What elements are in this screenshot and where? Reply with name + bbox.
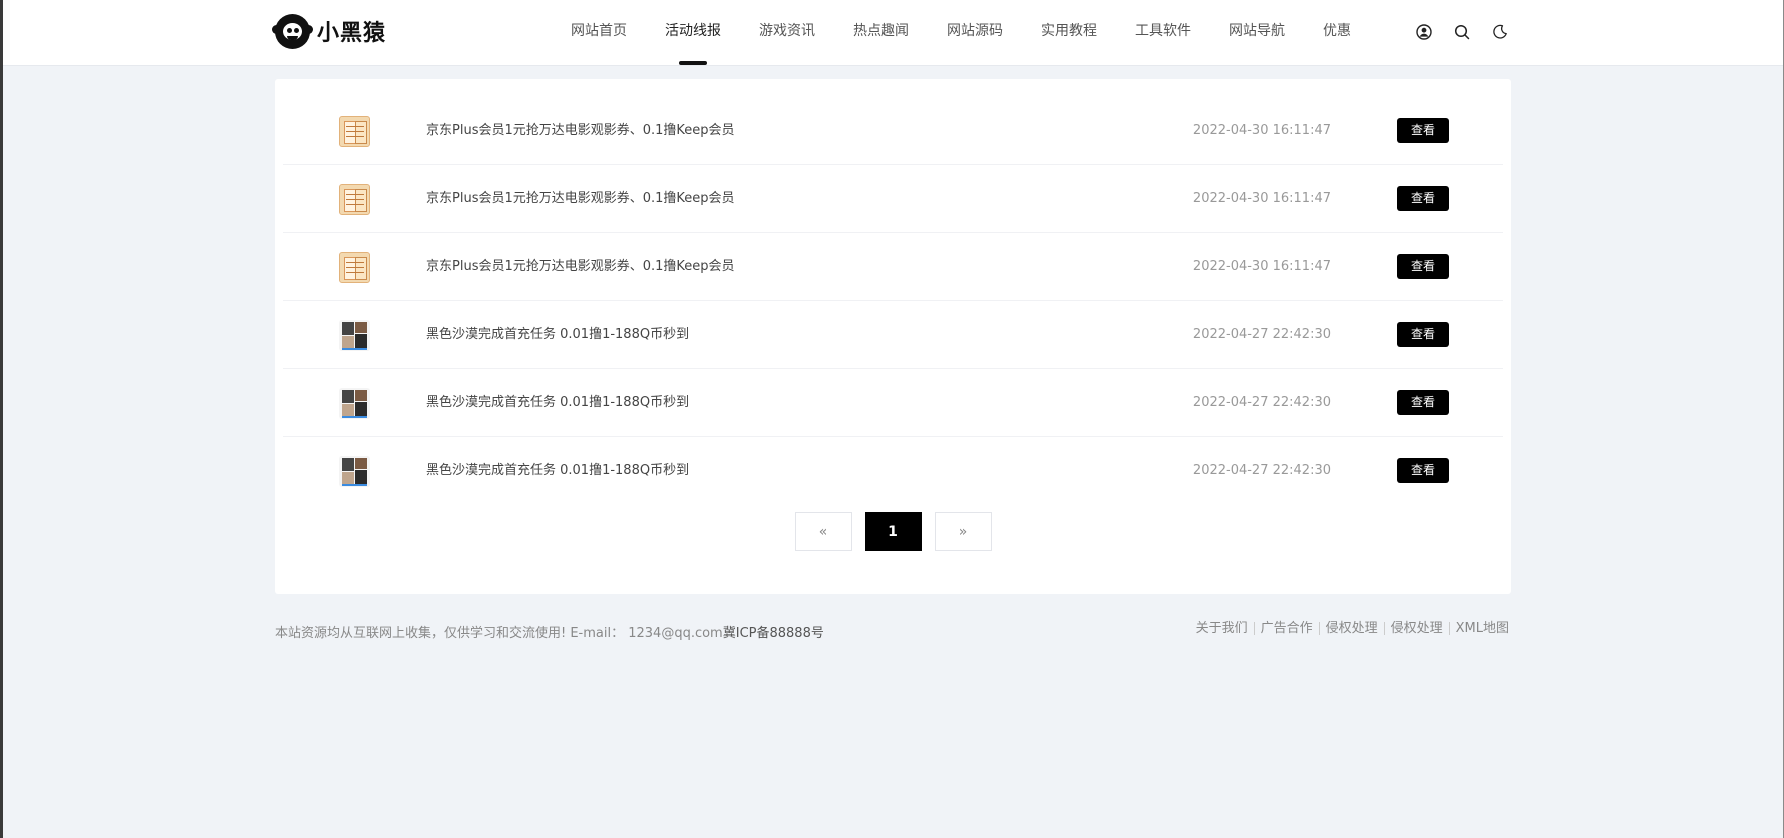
post-thumbnail[interactable] <box>339 184 370 215</box>
list-item: 京东Plus会员1元抢万达电影观影券、0.1撸Keep会员 2022-04-30… <box>283 233 1503 301</box>
footer-link-copyright-2[interactable]: 侵权处理 <box>1383 622 1449 635</box>
post-title-link[interactable]: 京东Plus会员1元抢万达电影观影券、0.1撸Keep会员 <box>426 97 735 164</box>
nav-item-home[interactable]: 网站首页 <box>552 0 646 65</box>
view-button[interactable]: 查看 <box>1397 254 1449 279</box>
footer-link-copyright[interactable]: 侵权处理 <box>1318 622 1384 635</box>
user-icon[interactable] <box>1414 22 1434 42</box>
post-date: 2022-04-30 16:11:47 <box>1192 191 1331 206</box>
nav-item-tutorials[interactable]: 实用教程 <box>1022 0 1116 65</box>
list-item: 黑色沙漠完成首充任务 0.01撸1-188Q币秒到 2022-04-27 22:… <box>283 369 1503 437</box>
post-thumbnail[interactable] <box>339 456 370 487</box>
dark-mode-icon[interactable] <box>1490 22 1510 42</box>
view-button[interactable]: 查看 <box>1397 118 1449 143</box>
icp-link[interactable]: 冀ICP备88888号 <box>723 626 824 641</box>
list-item: 京东Plus会员1元抢万达电影观影券、0.1撸Keep会员 2022-04-30… <box>283 165 1503 233</box>
post-title-link[interactable]: 黑色沙漠完成首充任务 0.01撸1-188Q币秒到 <box>426 437 689 504</box>
list-item: 黑色沙漠完成首充任务 0.01撸1-188Q币秒到 2022-04-27 22:… <box>283 437 1503 504</box>
post-title-link[interactable]: 京东Plus会员1元抢万达电影观影券、0.1撸Keep会员 <box>426 233 735 300</box>
post-list: 京东Plus会员1元抢万达电影观影券、0.1撸Keep会员 2022-04-30… <box>283 97 1503 504</box>
window-left-edge <box>0 0 3 838</box>
post-thumbnail[interactable] <box>339 252 370 283</box>
view-button[interactable]: 查看 <box>1397 186 1449 211</box>
footer-notice: 本站资源均从互联网上收集，仅供学习和交流使用! E-mail： 1234@qq.… <box>275 622 824 641</box>
footer-link-about[interactable]: 关于我们 <box>1190 622 1254 635</box>
post-list-card: 京东Plus会员1元抢万达电影观影券、0.1撸Keep会员 2022-04-30… <box>275 79 1511 594</box>
nav-item-tools[interactable]: 工具软件 <box>1116 0 1210 65</box>
footer-links: 关于我们 广告合作 侵权处理 侵权处理 XML地图 <box>1190 622 1509 635</box>
search-icon[interactable] <box>1452 22 1472 42</box>
post-title-link[interactable]: 京东Plus会员1元抢万达电影观影券、0.1撸Keep会员 <box>426 165 735 232</box>
post-thumbnail[interactable] <box>339 320 370 351</box>
view-button[interactable]: 查看 <box>1397 390 1449 415</box>
post-title-link[interactable]: 黑色沙漠完成首充任务 0.01撸1-188Q币秒到 <box>426 369 689 436</box>
view-button[interactable]: 查看 <box>1397 322 1449 347</box>
nav-item-deals[interactable]: 优惠 <box>1304 0 1370 65</box>
view-button[interactable]: 查看 <box>1397 458 1449 483</box>
nav-item-game-news[interactable]: 游戏资讯 <box>740 0 834 65</box>
post-title-link[interactable]: 黑色沙漠完成首充任务 0.01撸1-188Q币秒到 <box>426 301 689 368</box>
footer-link-sitemap[interactable]: XML地图 <box>1448 622 1509 635</box>
header-actions <box>1414 22 1510 42</box>
post-date: 2022-04-27 22:42:30 <box>1192 327 1331 342</box>
footer-disclaimer: 本站资源均从互联网上收集，仅供学习和交流使用! E-mail： 1234@qq.… <box>275 626 723 641</box>
post-date: 2022-04-30 16:11:47 <box>1192 259 1331 274</box>
list-item: 黑色沙漠完成首充任务 0.01撸1-188Q币秒到 2022-04-27 22:… <box>283 301 1503 369</box>
pagination: « 1 » <box>275 512 1511 551</box>
monkey-logo-icon <box>272 13 313 49</box>
post-thumbnail[interactable] <box>339 116 370 147</box>
nav-item-hot-topics[interactable]: 热点趣闻 <box>834 0 928 65</box>
post-date: 2022-04-27 22:42:30 <box>1192 395 1331 410</box>
site-logo[interactable]: 小黑猿 <box>272 13 387 49</box>
post-date: 2022-04-27 22:42:30 <box>1192 463 1331 478</box>
list-item: 京东Plus会员1元抢万达电影观影券、0.1撸Keep会员 2022-04-30… <box>283 97 1503 165</box>
post-date: 2022-04-30 16:11:47 <box>1192 123 1331 138</box>
site-header: 小黑猿 网站首页 活动线报 游戏资讯 热点趣闻 网站源码 实用教程 工具软件 网… <box>3 0 1783 66</box>
footer-link-advertising[interactable]: 广告合作 <box>1253 622 1319 635</box>
next-page-button[interactable]: » <box>934 512 992 551</box>
main-nav: 网站首页 活动线报 游戏资讯 热点趣闻 网站源码 实用教程 工具软件 网站导航 … <box>552 0 1370 65</box>
nav-item-activity-news[interactable]: 活动线报 <box>646 0 740 65</box>
site-name: 小黑猿 <box>317 21 387 46</box>
nav-item-site-directory[interactable]: 网站导航 <box>1210 0 1304 65</box>
prev-page-button[interactable]: « <box>794 512 852 551</box>
current-page-button[interactable]: 1 <box>864 512 922 551</box>
post-thumbnail[interactable] <box>339 388 370 419</box>
nav-item-source-code[interactable]: 网站源码 <box>928 0 1022 65</box>
